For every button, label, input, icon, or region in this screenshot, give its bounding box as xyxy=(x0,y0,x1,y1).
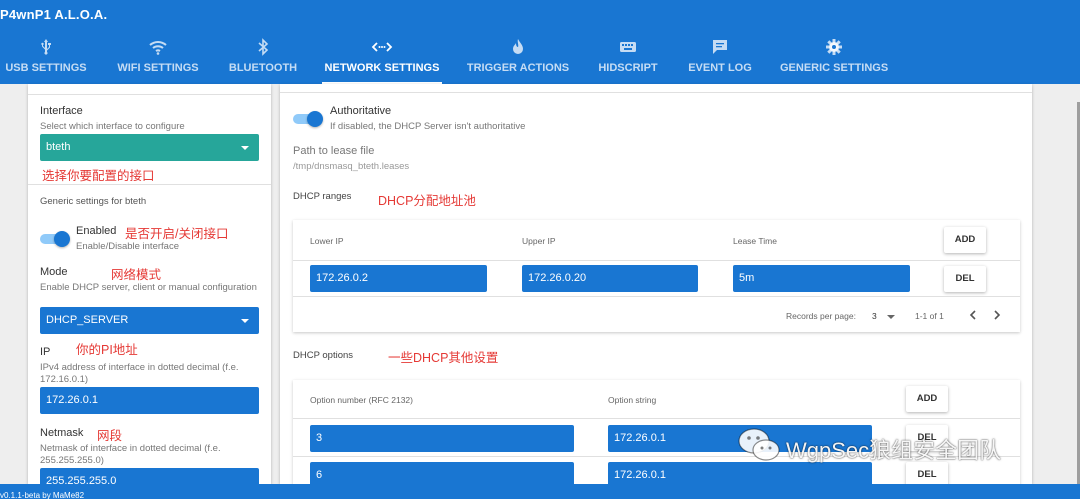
lease-file-label: Path to lease file xyxy=(293,145,375,157)
mode-hint: Enable DHCP server, client or manual con… xyxy=(40,282,257,293)
mode-select[interactable]: DHCP_SERVER xyxy=(40,307,259,334)
dhcp-ranges-annotation: DHCP分配地址池 xyxy=(378,194,476,208)
upper-ip-input[interactable]: 172.26.0.20 xyxy=(522,265,698,292)
option-number-input[interactable]: 6 xyxy=(310,462,574,484)
footer-bar: v0.1.1-beta by MaMe82 xyxy=(0,484,1080,499)
mode-annotation: 网络模式 xyxy=(111,268,162,282)
enabled-hint: Enable/Disable interface xyxy=(76,241,179,252)
divider xyxy=(293,418,1020,419)
interface-hint: Select which interface to configure xyxy=(40,121,185,132)
app-bar: P4wnP1 A.L.O.A. USB SETTINGS WIFI SETTIN… xyxy=(0,0,1080,84)
interface-select[interactable]: bteth xyxy=(40,134,259,161)
mode-value: DHCP_SERVER xyxy=(46,314,129,326)
tab-event-log[interactable]: EVENT LOG xyxy=(686,38,754,84)
authoritative-label: Authoritative xyxy=(330,105,392,117)
column-header: Option string xyxy=(608,395,657,405)
column-header: Option number (RFC 2132) xyxy=(310,395,413,405)
tab-hidscript[interactable]: HIDSCRIPT xyxy=(596,38,660,84)
footer-version: v0.1.1-beta by MaMe82 xyxy=(0,491,85,499)
dhcp-ranges-table: Lower IP Upper IP Lease Time ADD 172.26.… xyxy=(293,220,1020,332)
wifi-icon xyxy=(149,41,167,55)
chevron-left-icon[interactable] xyxy=(968,309,978,321)
divider xyxy=(280,92,1032,93)
option-number-input[interactable]: 3 xyxy=(310,425,574,452)
column-header: Upper IP xyxy=(522,236,556,246)
tab-network-settings[interactable]: NETWORK SETTINGS xyxy=(322,38,442,84)
authoritative-toggle[interactable] xyxy=(293,111,323,127)
tab-wifi-settings[interactable]: WIFI SETTINGS xyxy=(113,38,203,84)
watermark: WgpSec狼组安全团队 xyxy=(736,421,1056,469)
bluetooth-icon xyxy=(258,38,269,56)
toggle-knob xyxy=(54,231,70,247)
interface-annotation: 选择你要配置的接口 xyxy=(42,169,155,183)
interface-label: Interface xyxy=(40,105,83,117)
lower-ip-input[interactable]: 172.26.0.2 xyxy=(310,265,487,292)
chevron-down-icon xyxy=(241,146,249,150)
authoritative-hint: If disabled, the DHCP Server isn't autho… xyxy=(330,121,526,132)
usb-icon xyxy=(41,39,51,55)
lease-time-input[interactable]: 5m xyxy=(733,265,910,292)
netmask-input[interactable]: 255.255.255.0 xyxy=(40,468,259,484)
watermark-text: WgpSec狼组安全团队 xyxy=(786,438,1002,463)
records-per-page-value: 3 xyxy=(872,311,877,321)
code-arrows-icon xyxy=(371,42,393,52)
dhcp-options-title: DHCP options xyxy=(293,350,354,361)
message-icon xyxy=(713,40,727,54)
divider xyxy=(28,94,271,95)
tab-generic-settings[interactable]: GENERIC SETTINGS xyxy=(780,38,888,84)
ip-hint: IPv4 address of interface in dotted deci… xyxy=(40,362,239,385)
tab-label: WIFI SETTINGS xyxy=(117,62,199,74)
tab-label: TRIGGER ACTIONS xyxy=(466,62,570,74)
flame-icon xyxy=(513,39,523,54)
toggle-knob xyxy=(307,111,323,127)
records-per-page-label: Records per page: xyxy=(786,311,856,321)
divider xyxy=(293,260,1020,261)
netmask-label: Netmask xyxy=(40,427,84,439)
ip-label: IP xyxy=(40,346,51,358)
app-title: P4wnP1 A.L.O.A. xyxy=(0,7,108,22)
enabled-label: Enabled xyxy=(76,225,117,237)
gear-icon xyxy=(826,39,842,55)
chevron-right-icon[interactable] xyxy=(992,309,1002,321)
tab-trigger-actions[interactable]: TRIGGER ACTIONS xyxy=(466,38,570,84)
divider xyxy=(28,184,271,185)
pagination-range: 1-1 of 1 xyxy=(915,311,944,321)
enabled-annotation: 是否开启/关闭接口 xyxy=(125,227,229,241)
ip-annotation: 你的PI地址 xyxy=(76,343,138,357)
divider xyxy=(293,296,1020,297)
interface-value: bteth xyxy=(46,141,71,153)
tab-label: BLUETOOTH xyxy=(228,62,298,74)
dhcp-ranges-title: DHCP ranges xyxy=(293,191,352,202)
wechat-icon xyxy=(738,428,780,461)
column-header: Lease Time xyxy=(733,236,777,246)
ip-input[interactable]: 172.26.0.1 xyxy=(40,387,259,414)
mode-label: Mode xyxy=(40,266,68,278)
keyboard-icon xyxy=(620,42,636,52)
tab-usb-settings[interactable]: USB SETTINGS xyxy=(0,38,92,84)
add-option-button[interactable]: ADD xyxy=(906,386,948,412)
add-range-button[interactable]: ADD xyxy=(944,227,986,253)
tab-bluetooth[interactable]: BLUETOOTH xyxy=(226,38,300,84)
dhcp-options-annotation: 一些DHCP其他设置 xyxy=(388,351,499,365)
generic-settings-title: Generic settings for bteth xyxy=(40,196,147,207)
tab-label: NETWORK SETTINGS xyxy=(324,62,440,74)
netmask-annotation: 网段 xyxy=(97,429,123,443)
chevron-down-icon xyxy=(241,319,249,323)
column-header: Lower IP xyxy=(310,236,344,246)
delete-range-button[interactable]: DEL xyxy=(944,266,986,292)
tab-label: EVENT LOG xyxy=(688,62,752,74)
enabled-toggle[interactable] xyxy=(40,231,70,247)
tab-label: GENERIC SETTINGS xyxy=(780,62,889,74)
tab-label: HIDSCRIPT xyxy=(598,62,658,74)
lease-file-path[interactable]: /tmp/dnsmasq_bteth.leases xyxy=(293,161,409,173)
interface-panel: Interface Select which interface to conf… xyxy=(28,84,271,484)
records-per-page-select[interactable]: 3 xyxy=(872,311,896,321)
chevron-down-icon xyxy=(887,314,896,319)
netmask-hint: Netmask of interface in dotted decimal (… xyxy=(40,443,221,466)
tab-label: USB SETTINGS xyxy=(5,62,87,74)
